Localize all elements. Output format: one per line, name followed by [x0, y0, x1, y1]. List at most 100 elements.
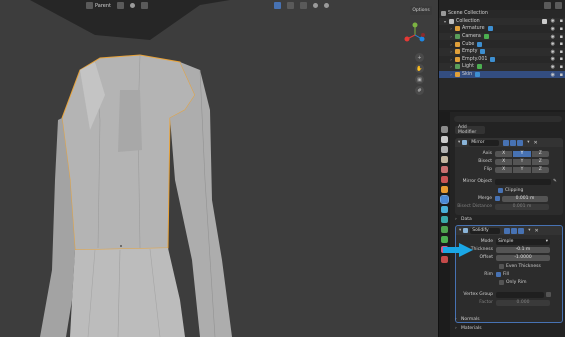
modifier-wrench-icon[interactable] [440, 195, 449, 204]
mirror-name-field[interactable]: Mirror [469, 139, 500, 146]
eye-icon[interactable]: ◉ [551, 64, 555, 70]
axis-x-toggle[interactable]: X [495, 150, 514, 157]
camera-render-icon[interactable]: ▪ [560, 34, 563, 40]
close-icon[interactable]: ✕ [535, 228, 539, 234]
chevron-right-icon[interactable]: › [449, 34, 453, 39]
chevron-right-icon[interactable]: › [449, 49, 453, 54]
outliner-item[interactable]: › Cube ◉ ▪ [439, 40, 565, 48]
gizmo-x-icon[interactable] [404, 36, 410, 42]
camera-render-icon[interactable]: ▪ [560, 26, 563, 32]
factor-field[interactable]: 0.000 [496, 299, 550, 306]
grid-view-icon[interactable]: # [415, 86, 424, 95]
scene-tab-icon[interactable] [441, 166, 448, 173]
gizmo-y-icon[interactable] [412, 22, 418, 28]
camera-view-icon[interactable]: ▣ [415, 75, 424, 84]
camera-render-icon[interactable]: ▪ [560, 72, 563, 78]
edit-mode-toggle-icon[interactable] [503, 139, 510, 146]
filter-icon[interactable] [544, 1, 551, 9]
overlay-toggle-icon[interactable] [287, 2, 295, 9]
object-tab-icon[interactable] [441, 186, 448, 193]
chevron-down-icon[interactable]: ▾ [443, 19, 447, 24]
solidify-modifier-header[interactable]: ▾ Solidify ▾ ✕ [456, 226, 562, 235]
camera-render-icon[interactable]: ▪ [560, 49, 563, 55]
output-tab-icon[interactable] [441, 146, 448, 153]
merge-distance-field[interactable]: 0.001 m [502, 195, 548, 202]
camera-render-icon[interactable]: ▪ [560, 41, 563, 47]
chevron-right-icon[interactable]: › [449, 64, 453, 69]
outliner-scene-collection[interactable]: Scene Collection [439, 10, 565, 18]
modifier-menu-icon[interactable]: ▾ [527, 140, 529, 145]
camera-render-icon[interactable]: ▪ [560, 64, 563, 70]
bisect-distance-field[interactable]: 0.001 m [495, 203, 549, 210]
thickness-field[interactable]: -0.1 m [496, 246, 550, 253]
eye-icon[interactable]: ◉ [551, 56, 555, 62]
tool-tab-icon[interactable] [441, 126, 448, 133]
invert-vertex-group-icon[interactable] [546, 292, 551, 297]
mode-dropdown[interactable]: Simple ▾ [496, 238, 550, 245]
modifier-menu-icon[interactable]: ▾ [528, 228, 530, 233]
navigation-gizmo[interactable] [402, 22, 428, 48]
options-button[interactable]: Options [410, 6, 432, 15]
pan-hand-icon[interactable]: ✋ [415, 64, 424, 73]
gizmo-toggle-icon[interactable] [274, 2, 282, 9]
merge-checkbox[interactable] [495, 196, 500, 201]
outliner-item[interactable]: › Light ◉ ▪ [439, 63, 565, 71]
solid-shading-icon[interactable] [313, 3, 319, 8]
new-collection-icon[interactable] [555, 1, 562, 9]
render-toggle-icon[interactable] [518, 227, 525, 234]
materials-subpanel[interactable]: › Materials [455, 325, 563, 332]
flip-x-toggle[interactable]: X [495, 166, 514, 173]
world-tab-icon[interactable] [441, 176, 448, 183]
render-toggle-icon[interactable] [517, 139, 524, 146]
close-icon[interactable]: ✕ [534, 140, 538, 146]
chevron-down-icon[interactable]: ▾ [459, 228, 461, 233]
eye-icon[interactable]: ◉ [551, 49, 555, 55]
chevron-right-icon[interactable]: › [449, 72, 453, 77]
outliner[interactable]: Scene Collection ▾ Collection ◉ ▪ › Armat… [439, 0, 565, 110]
data-tab-icon[interactable] [441, 236, 448, 243]
normals-subpanel[interactable]: › Normals [455, 316, 563, 323]
particles-tab-icon[interactable] [441, 206, 448, 213]
eye-icon[interactable]: ◉ [551, 18, 555, 24]
gizmo-z-icon[interactable] [419, 36, 425, 42]
collection-checkbox[interactable] [542, 18, 547, 24]
snap-icon[interactable] [117, 2, 125, 9]
flip-z-toggle[interactable]: Z [531, 166, 549, 173]
solidify-name-field[interactable]: Solidify [470, 227, 501, 234]
mirror-object-field[interactable] [495, 178, 551, 185]
chevron-right-icon[interactable]: › [449, 42, 453, 47]
view-layer-tab-icon[interactable] [441, 156, 448, 163]
eye-icon[interactable]: ◉ [551, 72, 555, 78]
camera-render-icon[interactable]: ▪ [560, 56, 563, 62]
xray-icon[interactable] [300, 2, 308, 9]
offset-field[interactable]: -1.0000 [496, 254, 550, 261]
flip-y-toggle[interactable]: Y [513, 166, 532, 173]
physics-tab-icon[interactable] [441, 216, 448, 223]
3d-viewport[interactable]: Parent Options + ✋ ▣ # [0, 0, 438, 337]
outliner-collection[interactable]: ▾ Collection ◉ ▪ [439, 17, 565, 26]
even-thickness-checkbox[interactable] [499, 264, 504, 269]
clipping-checkbox[interactable] [498, 188, 503, 193]
outliner-item[interactable]: › Camera ◉ ▪ [439, 32, 565, 41]
outliner-item[interactable]: › Empty.001 ◉ ▪ [439, 56, 565, 64]
add-modifier-button[interactable]: Add Modifier [455, 125, 485, 135]
zoom-icon[interactable]: + [415, 53, 424, 62]
bisect-x-toggle[interactable]: X [495, 158, 514, 165]
eye-icon[interactable]: ◉ [551, 26, 555, 32]
constraints-tab-icon[interactable] [441, 226, 448, 233]
camera-render-icon[interactable]: ▪ [560, 18, 563, 24]
texture-tab-icon[interactable] [441, 256, 448, 263]
bisect-y-toggle[interactable]: Y [513, 158, 532, 165]
viewport-overlay-icon[interactable] [141, 2, 149, 9]
realtime-toggle-icon[interactable] [511, 227, 518, 234]
chevron-down-icon[interactable]: ▾ [458, 140, 460, 145]
outliner-item[interactable]: › Empty ◉ ▪ [439, 47, 565, 56]
axis-z-toggle[interactable]: Z [531, 150, 549, 157]
pivot-dropdown[interactable]: Parent [86, 2, 111, 9]
eye-icon[interactable]: ◉ [551, 41, 555, 47]
mirror-modifier-header[interactable]: ▾ Mirror ▾ ✕ [455, 138, 563, 147]
outliner-item[interactable]: › Skin ◉ ▪ [439, 70, 565, 79]
properties-search-field[interactable] [454, 116, 562, 122]
vertex-group-field[interactable] [496, 291, 544, 298]
bisect-z-toggle[interactable]: Z [531, 158, 549, 165]
